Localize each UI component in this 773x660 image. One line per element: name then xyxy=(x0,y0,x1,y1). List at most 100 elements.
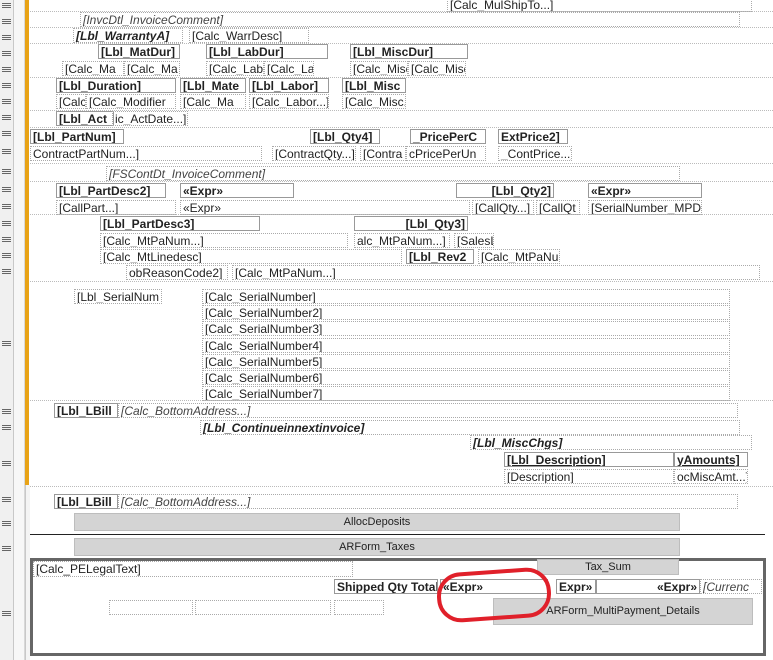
serialnumber-mpd-field[interactable]: [SerialNumber_MPD xyxy=(588,200,702,215)
lbl-continueinnextinvoice-label[interactable]: [Lbl_Continueinnextinvoice] xyxy=(200,420,740,435)
band-menu-icon[interactable] xyxy=(2,268,11,276)
fscontdt-comment-field[interactable]: [FSContDt_InvoiceComment] xyxy=(106,166,680,181)
band-menu-icon[interactable] xyxy=(2,34,11,42)
price-per-unit-field[interactable]: cPricePerUn xyxy=(406,146,486,161)
band-menu-icon[interactable] xyxy=(2,340,11,348)
calc-ma-field[interactable]: [Calc_Ma xyxy=(62,61,124,76)
blank-field[interactable] xyxy=(109,600,193,615)
callqt-field[interactable]: [CallQt xyxy=(536,200,580,215)
lbl-lbill-label[interactable]: [Lbl_LBill xyxy=(54,403,118,418)
band-menu-icon[interactable] xyxy=(2,496,11,504)
calc-mtpanum-field[interactable]: [Calc_MtPaNum...] xyxy=(232,265,760,280)
calc-ma-field[interactable]: [Calc_Ma xyxy=(180,94,246,109)
lbl-labdur-label[interactable]: [Lbl_LabDur] xyxy=(206,44,328,59)
band-menu-icon[interactable] xyxy=(2,98,11,106)
lbl-mate-label[interactable]: [Lbl_Mate xyxy=(180,78,246,93)
expr-field[interactable]: Expr» xyxy=(556,579,596,594)
misc-amt-field[interactable]: ocMiscAmt...] xyxy=(674,469,748,484)
band-menu-icon[interactable] xyxy=(2,130,11,138)
expr-field[interactable]: «Expr» xyxy=(180,183,294,198)
invcdtl-comment-field[interactable]: [InvcDtl_InvoiceComment] xyxy=(80,12,740,27)
lbl-matdur-label[interactable]: [Lbl_MatDur] xyxy=(98,44,180,59)
calc-la-field[interactable]: [Calc_La xyxy=(264,61,314,76)
calc-bottomaddress-field[interactable]: [Calc_BottomAddress...] xyxy=(118,494,738,509)
calc-mtpanum-field[interactable]: alc_MtPaNum...] xyxy=(354,233,450,248)
lbl-qty4-label[interactable]: [Lbl_Qty4] xyxy=(310,129,380,144)
band-menu-icon[interactable] xyxy=(2,50,11,58)
band-menu-icon[interactable] xyxy=(2,114,11,122)
calc-bottomaddress-field[interactable]: [Calc_BottomAddress...] xyxy=(118,403,738,418)
calc-misc-field[interactable]: [Calc_Misc xyxy=(408,61,466,76)
band-menu-icon[interactable] xyxy=(2,408,11,416)
allocdeposits-subreport[interactable]: AllocDeposits xyxy=(74,513,680,531)
callqty-field[interactable]: [CallQty...] xyxy=(472,200,534,215)
calc-serialnumber-field[interactable]: [Calc_SerialNumber6] xyxy=(202,370,730,385)
lbl-rev2-label[interactable]: [Lbl_Rev2 xyxy=(406,249,474,264)
calc-lab-field[interactable]: [Calc_Lab xyxy=(206,61,264,76)
shipped-qty-total-label[interactable]: Shipped Qty Total: xyxy=(334,579,438,594)
calc-mulshipto-field[interactable]: [Calc_MulShipTo...] xyxy=(447,0,752,12)
calc-misc-field[interactable]: [Calc_Misc xyxy=(350,61,408,76)
lbl-qty3-label[interactable]: [Lbl_Qty3] xyxy=(354,216,468,231)
calc-serialnumber-field[interactable]: [Calc_SerialNumber4] xyxy=(202,338,730,353)
calc-serialnumber-field[interactable]: [Calc_SerialNumber3] xyxy=(202,321,730,336)
lbl-lbill-label[interactable]: [Lbl_LBill xyxy=(54,494,118,509)
band-menu-icon[interactable] xyxy=(2,18,11,26)
expr-field[interactable]: «Expr» xyxy=(596,579,700,594)
contract-partnum-field[interactable]: ContractPartNum...] xyxy=(30,146,262,161)
callpart-field[interactable]: [CallPart...] xyxy=(56,200,176,215)
lbl-labor-label[interactable]: [Lbl_Labor] xyxy=(249,78,329,93)
band-menu-icon[interactable] xyxy=(2,2,11,10)
band-menu-icon[interactable] xyxy=(2,236,11,244)
band-menu-icon[interactable] xyxy=(2,66,11,74)
lbl-miscchgs-label[interactable]: [Lbl_MiscChgs] xyxy=(470,435,752,450)
lbl-miscdur-label[interactable]: [Lbl_MiscDur] xyxy=(350,44,468,59)
calc-serialnumber-field[interactable]: [Calc_SerialNumber5] xyxy=(202,354,730,369)
obreasoncode2-field[interactable]: obReasonCode2] xyxy=(126,265,228,280)
blank-field[interactable] xyxy=(334,600,384,615)
lbl-serialnum-label[interactable]: [Lbl_SerialNum xyxy=(74,289,162,304)
lbl-priceperc-label[interactable]: _PricePerC xyxy=(410,129,486,144)
calc-actdate-field[interactable]: ic_ActDate...] xyxy=(112,111,188,126)
lbl-act-label[interactable]: [Lbl_Act xyxy=(56,111,114,126)
contprice-field[interactable]: _ContPrice...] xyxy=(498,146,572,161)
band-menu-icon[interactable] xyxy=(2,203,11,211)
currency-field[interactable]: [Currenc xyxy=(700,579,762,594)
tax-sum-subreport[interactable]: Tax_Sum xyxy=(537,559,679,575)
lbl-partnum-label[interactable]: [Lbl_PartNum] xyxy=(30,129,124,144)
band-menu-icon[interactable] xyxy=(2,82,11,90)
expr-field[interactable]: «Expr» xyxy=(588,183,702,198)
calc-serialnumber-field[interactable]: [Calc_SerialNumber] xyxy=(202,289,730,304)
lbl-description-label[interactable]: [Lbl_Description] xyxy=(504,452,674,467)
band-menu-icon[interactable] xyxy=(2,424,11,432)
lbl-extprice2-label[interactable]: ExtPrice2] xyxy=(498,129,568,144)
lbl-warranty-label[interactable]: [Lbl_WarrantyA] xyxy=(73,28,183,43)
band-menu-icon[interactable] xyxy=(2,168,11,176)
calc-mtpanum-field[interactable]: [Calc_MtPaNum...] xyxy=(100,233,348,248)
calc-misc-field[interactable]: [Calc_Misc. xyxy=(342,94,406,109)
blank-field[interactable] xyxy=(195,600,331,615)
calc-pelegaltext-field[interactable]: [Calc_PELegalText] xyxy=(33,561,353,577)
calc-serialnumber-field[interactable]: [Calc_SerialNumber7] xyxy=(202,386,730,401)
band-menu-icon[interactable] xyxy=(2,186,11,194)
lbl-duration-label[interactable]: [Lbl_Duration] xyxy=(56,78,176,93)
calc-field[interactable]: [Calc xyxy=(56,94,86,109)
band-menu-icon[interactable] xyxy=(2,252,11,260)
lbl-partdesc3-label[interactable]: [Lbl_PartDesc3] xyxy=(100,216,260,231)
description-field[interactable]: [Description] xyxy=(504,469,674,484)
band-menu-icon[interactable] xyxy=(2,460,11,468)
expr-field[interactable]: «Expr» xyxy=(180,200,470,215)
lbl-partdesc2-label[interactable]: [Lbl_PartDesc2] xyxy=(56,183,166,198)
lbl-qty2-label[interactable]: [Lbl_Qty2] xyxy=(456,183,554,198)
contract-qty-field[interactable]: [ContractQty...] xyxy=(272,146,356,161)
calc-warrdesc-field[interactable]: [Calc_WarrDesc] xyxy=(189,28,309,43)
salesl-field[interactable]: [SalesL xyxy=(454,233,494,248)
arform-taxes-subreport[interactable]: ARForm_Taxes xyxy=(74,538,680,556)
contra-field[interactable]: [Contra xyxy=(360,146,406,161)
calc-mtlinedesc-field[interactable]: [Calc_MtLinedesc] xyxy=(100,249,402,264)
lbl-misc-label[interactable]: [Lbl_Misc xyxy=(342,78,406,93)
calc-ma-field[interactable]: [Calc_Ma xyxy=(124,61,180,76)
lbl-amounts-label[interactable]: yAmounts] xyxy=(674,452,748,467)
calc-serialnumber-field[interactable]: [Calc_SerialNumber2] xyxy=(202,305,730,320)
calc-modifier-field[interactable]: [Calc_Modifier xyxy=(86,94,176,109)
